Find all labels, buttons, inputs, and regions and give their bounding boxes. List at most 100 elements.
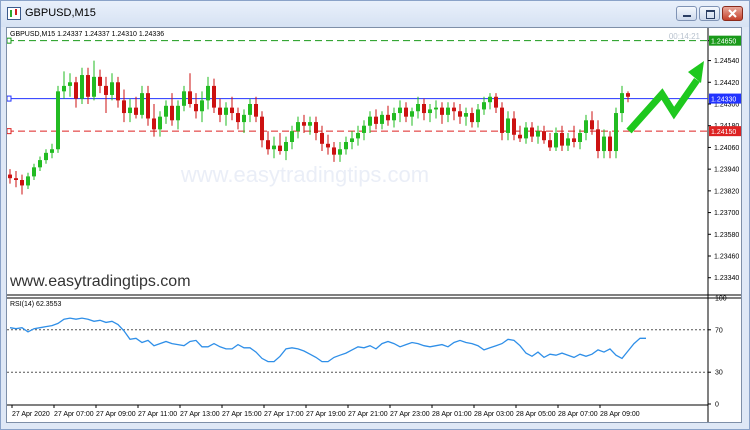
chart-window-icon [7,7,21,20]
minimize-button[interactable] [676,6,697,21]
candle-bear [86,75,90,97]
candle-bear [152,118,156,130]
symbol-info: GBPUSD,M15 1.24337 1.24337 1.24310 1.243… [10,31,164,38]
candle-bull [488,96,492,103]
candle-bull [242,114,246,123]
close-icon [728,9,737,18]
candle-bear [320,132,324,144]
candle-bull [368,116,372,126]
candle-bull [428,109,432,114]
candle-bull [110,82,114,95]
time-tick-label: 27 Apr 11:00 [138,411,177,418]
restore-button[interactable] [699,6,720,21]
candle-bull [26,176,30,186]
price-tick-label: 1.23940 [714,167,739,174]
time-tick-label: 28 Apr 09:00 [600,411,640,418]
price-tick-label: 1.23340 [714,275,739,282]
candle-bull [176,105,180,121]
candle-bear [374,116,378,124]
price-chart-canvas[interactable]: www.easytradingtips.com www.easytradingt… [7,28,741,422]
candle-bull [398,107,402,114]
candle-bear [254,104,258,117]
candle-bull [338,149,342,155]
candle-bull [92,76,96,97]
candle-bear [14,178,18,180]
candle-bear [608,136,612,152]
candle-bull [506,118,510,133]
candle-bull [614,113,618,152]
candle-bull [410,111,414,117]
candle-bear [212,85,216,108]
time-tick-label: 27 Apr 07:00 [54,411,94,418]
terminal-window: GBPUSD,M15 www.easytradingtips.com www.e… [0,0,750,430]
time-tick-label: 28 Apr 05:00 [516,411,556,418]
window-titlebar[interactable]: GBPUSD,M15 [1,1,749,27]
candle-bear [548,140,552,148]
candle-bull [554,132,558,148]
candle-bear [470,113,474,123]
candle-bull [164,105,168,117]
candle-bull [434,107,438,110]
candle-bull [392,113,396,121]
candle-bull [446,107,450,115]
candle-bear [236,113,240,123]
candle-bear [302,122,306,126]
price-line-handle-red[interactable] [7,128,12,135]
candle-bear [500,107,504,133]
candle-bull [476,109,480,123]
candle-bull [416,104,420,112]
candle-bull [356,132,360,139]
candle-bull [32,167,36,177]
candle-bear [440,107,444,115]
candle-bull [182,91,186,106]
price-line-label-blue: 1.24330 [711,97,736,104]
candle-bull [128,107,132,114]
time-tick-label: 27 Apr 09:00 [96,411,136,418]
candle-bear [266,140,270,150]
candle-bull [44,152,48,161]
candle-bull [248,104,252,115]
time-tick-label: 28 Apr 03:00 [474,411,514,418]
candle-bear [314,122,318,133]
candle-bull [524,127,528,139]
chart-area[interactable]: www.easytradingtips.com www.easytradingt… [6,27,742,423]
candle-bear [98,76,102,86]
price-line-handle-green[interactable] [7,37,12,44]
time-tick-label: 27 Apr 23:00 [390,411,430,418]
window-title: GBPUSD,M15 [25,7,96,19]
candle-bear [458,111,462,117]
candle-bear [572,138,576,142]
price-tick-label: 1.23700 [714,210,739,217]
price-tick-label: 1.23580 [714,232,739,239]
price-tick-label: 1.23820 [714,188,739,195]
time-tick-label: 27 Apr 13:00 [180,411,220,418]
candle-bull [584,120,588,133]
candle-bear [626,93,630,97]
rsi-tick-label: 30 [715,370,723,377]
candle-bull [284,142,288,152]
candle-bear [512,118,516,135]
time-tick-label: 28 Apr 07:00 [558,411,598,418]
time-tick-label: 27 Apr 21:00 [348,411,388,418]
candle-bull [224,107,228,115]
candle-bear [542,131,546,141]
price-line-handle-blue[interactable] [7,95,12,102]
candle-bull [80,75,84,99]
time-tick-label: 27 Apr 17:00 [264,411,304,418]
candle-bear [194,104,198,112]
candle-bear [422,104,426,114]
candle-bear [20,180,24,186]
close-button[interactable] [722,6,743,21]
watermark-bottom-left: www.easytradingtips.com [9,273,191,290]
candle-bull [602,136,606,152]
candle-bull [482,102,486,110]
candle-bear [452,107,456,112]
candle-bear [530,127,534,137]
candle-bear [116,82,120,101]
candle-bull [296,122,300,132]
candle-bear [404,107,408,117]
candle-bull [38,160,42,168]
rsi-tick-label: 70 [715,327,723,334]
candle-bull [206,85,210,101]
time-tick-label: 27 Apr 19:00 [306,411,346,418]
